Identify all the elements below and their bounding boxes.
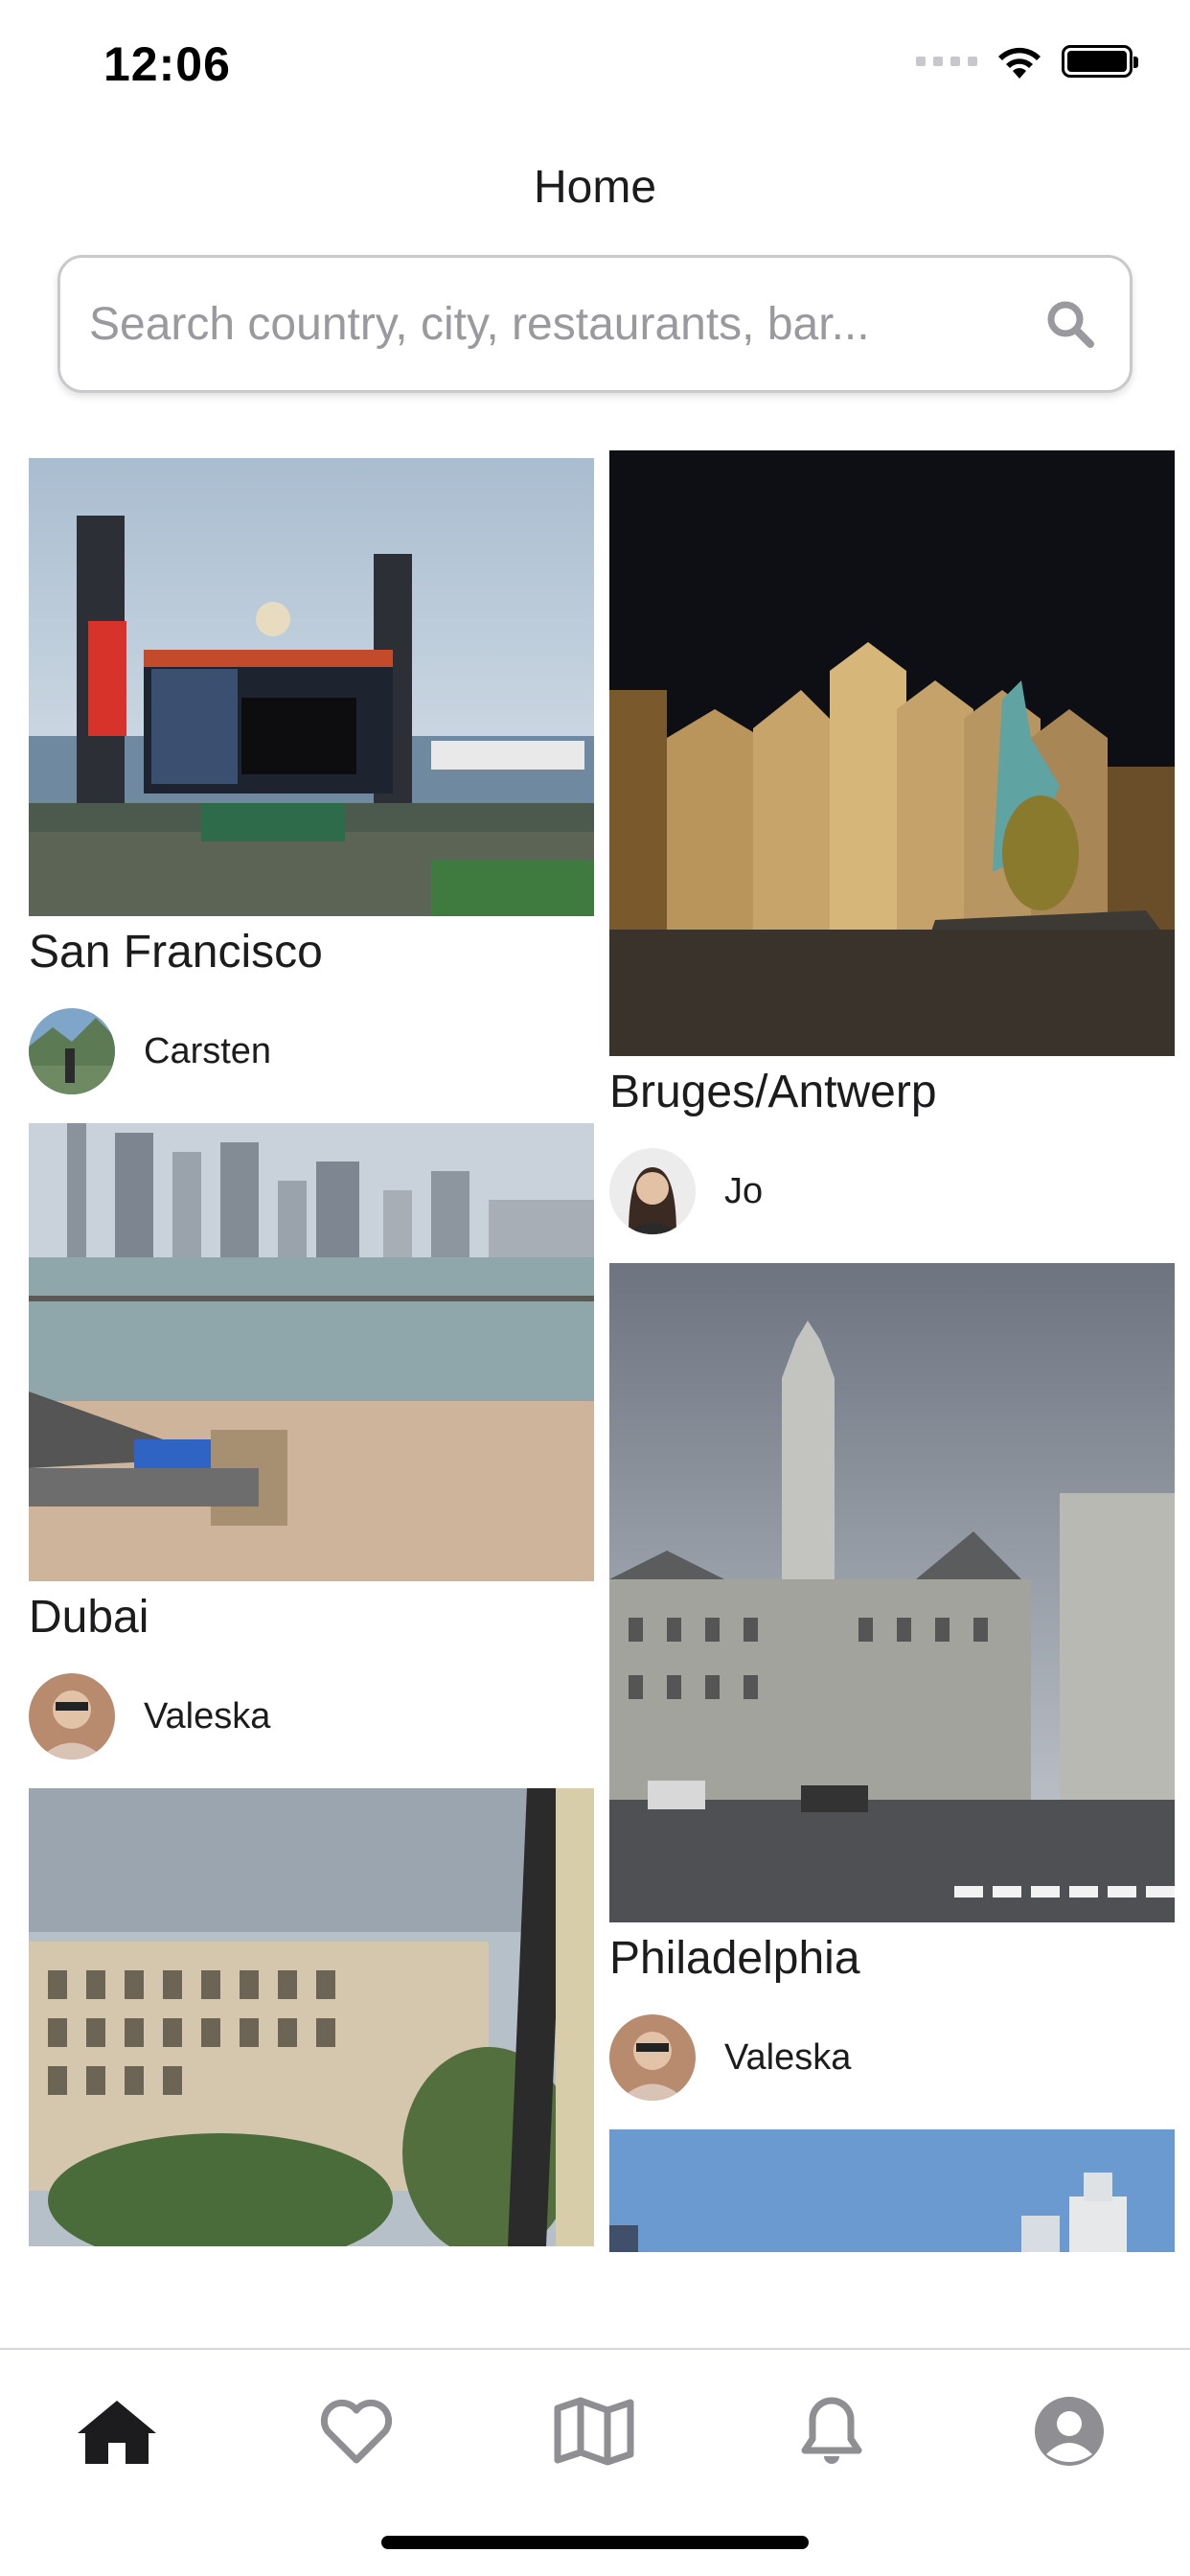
- author-name: Valeska: [724, 2036, 852, 2078]
- author-name: Valeska: [144, 1695, 271, 1736]
- tab-favorites[interactable]: [309, 2388, 404, 2474]
- profile-icon[interactable]: [1033, 2395, 1106, 2468]
- tab-home[interactable]: [69, 2388, 165, 2474]
- post-title: Dubai: [29, 1592, 149, 1643]
- posts-grid: San Francisco Carsten Dubai Valeska Brug…: [29, 450, 1175, 2252]
- avatar[interactable]: [29, 1673, 115, 1760]
- tab-notifications[interactable]: [784, 2388, 880, 2474]
- avatar[interactable]: [29, 1008, 115, 1094]
- post-photo[interactable]: [609, 450, 1175, 1056]
- search-input[interactable]: [89, 297, 1040, 351]
- post-author[interactable]: Valeska: [609, 2014, 1175, 2101]
- tab-profile[interactable]: [1021, 2388, 1117, 2474]
- post-author[interactable]: Carsten: [29, 1008, 594, 1094]
- post-photo[interactable]: [609, 2129, 1175, 2252]
- heart-icon[interactable]: [318, 2397, 395, 2466]
- post-card-philadelphia[interactable]: Philadelphia Valeska: [609, 1263, 1175, 2101]
- status-bar: 12:06: [0, 0, 1190, 134]
- bell-icon[interactable]: [797, 2395, 866, 2468]
- status-icons: [916, 42, 1138, 80]
- search-icon[interactable]: [1040, 293, 1101, 355]
- post-photo[interactable]: [29, 458, 594, 916]
- search-bar[interactable]: [57, 255, 1133, 393]
- post-photo[interactable]: [29, 1123, 594, 1581]
- map-icon[interactable]: [552, 2397, 636, 2466]
- post-title: Bruges/Antwerp: [609, 1067, 937, 1117]
- home-screen: 12:06 Home Search country, city, restaur…: [0, 0, 1190, 2576]
- post-card-building[interactable]: [29, 1788, 594, 2246]
- cellular-signal-icon: [916, 57, 977, 66]
- post-card-partial[interactable]: [609, 2129, 1175, 2252]
- battery-icon: [1062, 45, 1138, 78]
- post-author[interactable]: Valeska: [29, 1673, 594, 1760]
- post-card-san-francisco[interactable]: San Francisco Carsten: [29, 458, 594, 1094]
- author-name: Carsten: [144, 1030, 272, 1071]
- page-title: Home: [533, 162, 657, 213]
- avatar[interactable]: [609, 1148, 696, 1234]
- home-indicator: [381, 2536, 809, 2549]
- post-card-bruges-antwerp[interactable]: Bruges/Antwerp Jo: [609, 450, 1175, 1234]
- post-card-dubai[interactable]: Dubai Valeska: [29, 1123, 594, 1760]
- post-photo[interactable]: [609, 1263, 1175, 1922]
- author-name: Jo: [724, 1170, 764, 1211]
- post-photo[interactable]: [29, 1788, 594, 2246]
- post-title: San Francisco: [29, 927, 323, 978]
- post-author[interactable]: Jo: [609, 1148, 1175, 1234]
- status-time: 12:06: [103, 37, 231, 91]
- wifi-icon: [998, 47, 1041, 79]
- home-icon[interactable]: [74, 2397, 160, 2466]
- post-title: Philadelphia: [609, 1933, 860, 1984]
- tab-map[interactable]: [546, 2388, 642, 2474]
- avatar[interactable]: [609, 2014, 696, 2101]
